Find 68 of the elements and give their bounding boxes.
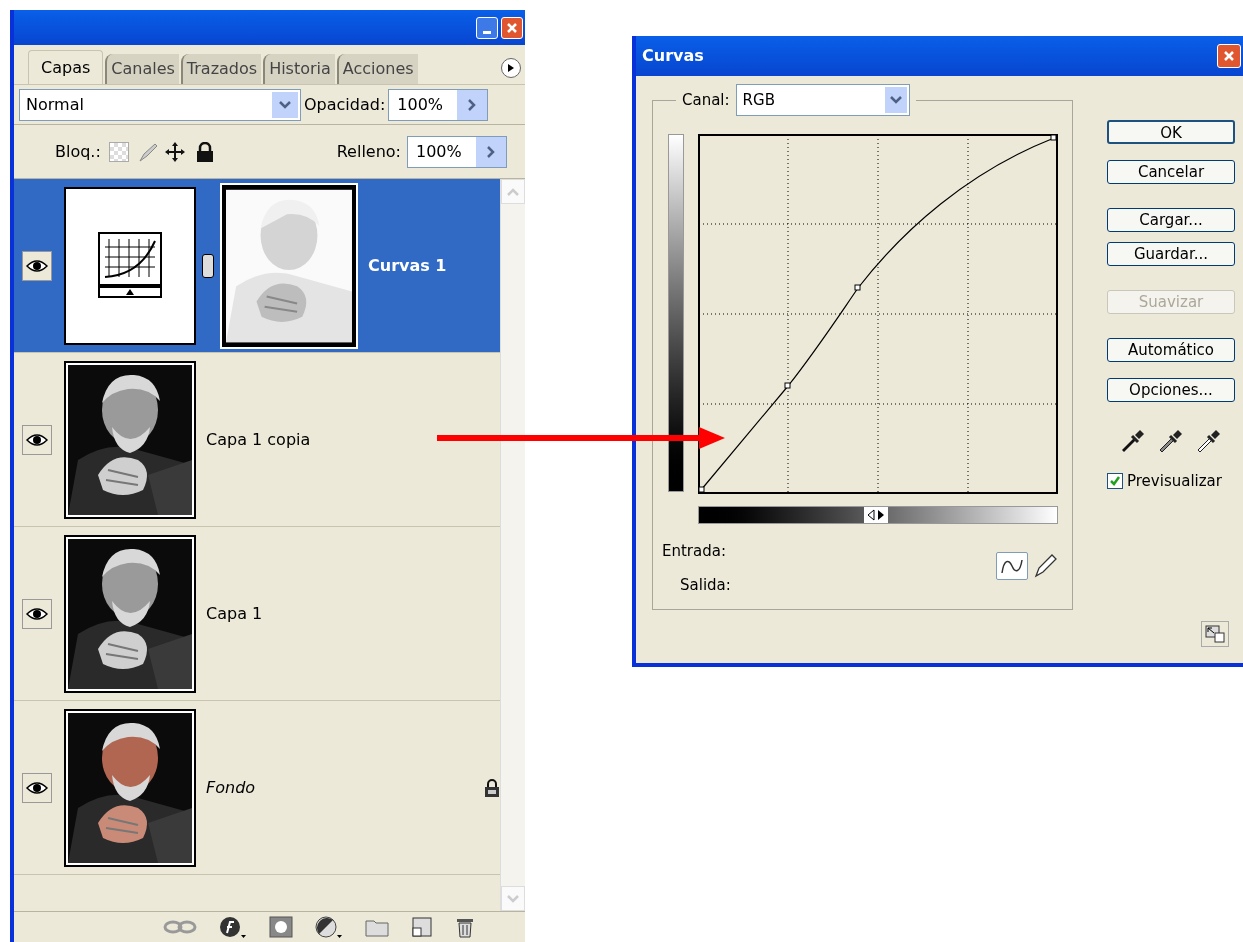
move-icon[interactable] — [163, 140, 186, 163]
checkbox[interactable] — [1107, 473, 1123, 490]
curve-tool-button[interactable] — [996, 552, 1028, 580]
dialog-button[interactable]: Opciones... — [1107, 378, 1235, 402]
resize-icon[interactable] — [1201, 621, 1229, 647]
eye-icon — [26, 780, 48, 795]
lock-icon[interactable] — [195, 141, 214, 162]
visibility-toggle[interactable] — [22, 772, 52, 803]
eye-icon — [26, 432, 48, 447]
input-label: Entrada: — [662, 541, 726, 562]
panel-tab[interactable]: Trazados — [180, 54, 262, 84]
curves-adjustment-icon — [95, 230, 165, 301]
blend-mode-dropdown[interactable]: Normal — [19, 88, 301, 121]
window-title: Curvas — [642, 45, 704, 67]
minimize-button[interactable] — [476, 16, 498, 39]
output-label: Salida: — [680, 575, 731, 596]
trash-icon[interactable] — [455, 916, 475, 938]
layer-name: Capa 1 — [206, 602, 263, 625]
eye-icon — [26, 258, 48, 273]
dialog-button[interactable]: Guardar... — [1107, 242, 1235, 266]
layer-name: Fondo — [206, 776, 256, 799]
fill-label: Relleno: — [336, 140, 401, 163]
layer-style-icon[interactable] — [219, 916, 247, 938]
panel-tab[interactable]: Capas — [28, 50, 104, 84]
minimize-icon — [483, 30, 491, 34]
layer-row[interactable]: Capa 1 — [14, 527, 500, 701]
layer-mask-thumbnail[interactable] — [220, 182, 358, 349]
panel-tab[interactable]: Acciones — [336, 54, 418, 84]
close-button[interactable] — [1217, 44, 1241, 68]
opacity-label: Opacidad: — [304, 93, 386, 116]
close-icon — [506, 21, 518, 34]
control-point[interactable] — [698, 486, 705, 493]
gradient-toggle-icon[interactable] — [864, 507, 888, 523]
eye-icon — [26, 606, 48, 621]
close-button[interactable] — [501, 16, 523, 39]
visibility-toggle[interactable] — [22, 250, 52, 281]
control-point[interactable] — [784, 382, 791, 389]
new-layer-icon[interactable] — [411, 916, 433, 938]
layer-row[interactable]: Curvas 1 — [14, 179, 500, 353]
dialog-button[interactable]: OK — [1107, 120, 1235, 144]
close-icon — [1223, 50, 1235, 62]
dialog-button[interactable]: Cancelar — [1107, 160, 1235, 184]
adjustment-layer-icon[interactable] — [315, 916, 343, 938]
dialog-button[interactable]: Cargar... — [1107, 208, 1235, 232]
dialog-button[interactable]: Automático — [1107, 338, 1235, 362]
panel-tab[interactable]: Historia — [263, 54, 335, 84]
mask-icon[interactable] — [269, 916, 293, 938]
lock-label: Bloq.: — [55, 140, 101, 163]
curve-icon — [1000, 557, 1024, 575]
layer-name: Curvas 1 — [368, 254, 447, 277]
preview-label: Previsualizar — [1127, 471, 1222, 492]
layer-row[interactable]: Fondo — [14, 701, 500, 875]
panel-menu-icon[interactable] — [501, 58, 521, 78]
layer-row[interactable]: Capa 1 copia — [14, 353, 500, 527]
visibility-toggle[interactable] — [22, 598, 52, 629]
control-point[interactable] — [854, 284, 861, 291]
fill-field[interactable]: 100% — [407, 135, 507, 168]
layer-name: Capa 1 copia — [206, 428, 311, 451]
visibility-toggle[interactable] — [22, 424, 52, 455]
control-point[interactable] — [1050, 134, 1057, 141]
pencil-icon[interactable] — [1034, 552, 1058, 578]
lock-icon — [484, 778, 500, 797]
opacity-field[interactable]: 100% — [388, 88, 489, 121]
chain-link-icon[interactable] — [202, 253, 214, 278]
channel-dropdown[interactable]: RGB — [735, 84, 910, 116]
checkmark-icon — [1109, 475, 1121, 488]
channel-label: Canal: — [682, 89, 730, 111]
panel-tab[interactable]: Canales — [105, 54, 179, 84]
